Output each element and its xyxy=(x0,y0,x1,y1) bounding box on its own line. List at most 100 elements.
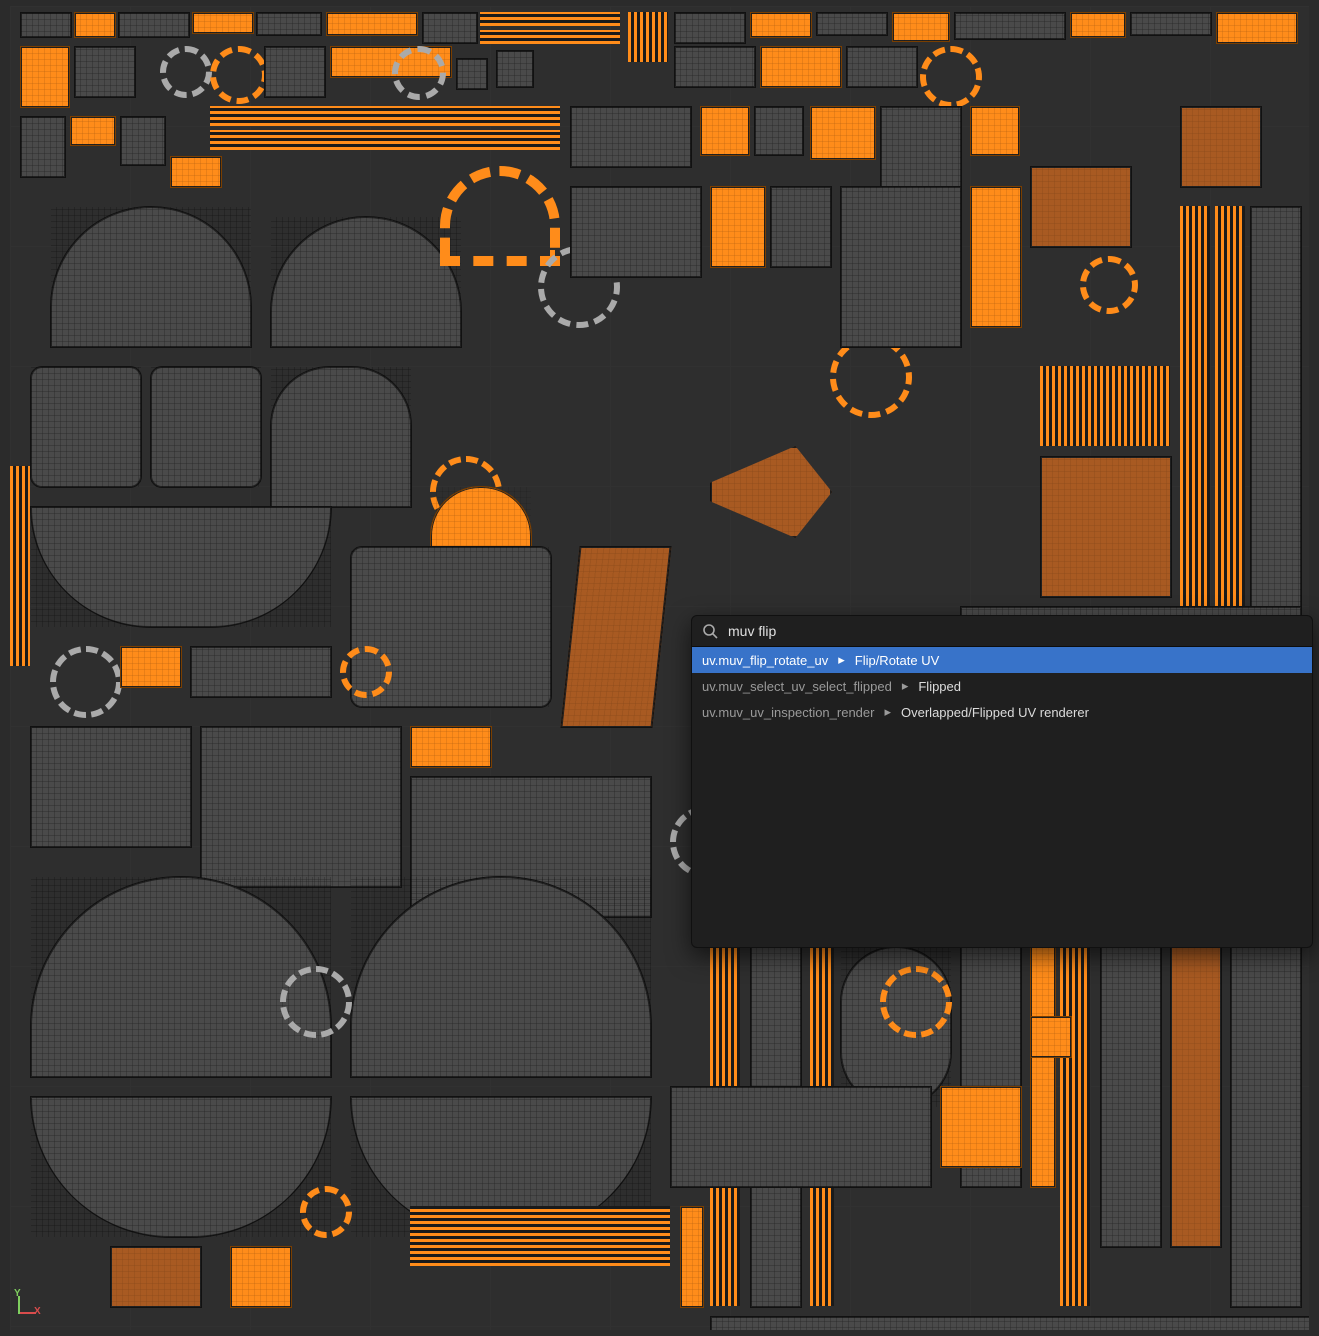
uv-island[interactable] xyxy=(50,646,122,718)
uv-island[interactable] xyxy=(30,726,192,848)
uv-island[interactable] xyxy=(270,366,412,508)
uv-island[interactable] xyxy=(1250,206,1302,608)
uv-island[interactable] xyxy=(892,12,950,42)
uv-island[interactable] xyxy=(170,156,222,188)
uv-island[interactable] xyxy=(710,186,766,268)
search-result[interactable]: uv.muv_flip_rotate_uv ▸ Flip/Rotate UV xyxy=(692,647,1312,673)
uv-island[interactable] xyxy=(264,46,326,98)
uv-island[interactable] xyxy=(710,1316,1309,1330)
uv-island[interactable] xyxy=(20,12,72,38)
uv-island[interactable] xyxy=(340,646,392,698)
uv-island[interactable] xyxy=(326,12,418,36)
uv-island[interactable] xyxy=(392,46,446,100)
uv-island[interactable] xyxy=(410,726,492,768)
uv-island[interactable] xyxy=(1040,366,1170,446)
uv-island[interactable] xyxy=(300,1186,352,1238)
uv-island[interactable] xyxy=(970,106,1020,156)
uv-island[interactable] xyxy=(570,186,702,278)
uv-island[interactable] xyxy=(410,1206,670,1266)
search-input[interactable] xyxy=(726,622,1302,640)
chevron-right-icon: ▸ xyxy=(884,704,891,720)
search-result[interactable]: uv.muv_uv_inspection_render ▸ Overlapped… xyxy=(692,699,1312,725)
axis-y-label: Y xyxy=(14,1288,21,1299)
uv-island[interactable] xyxy=(1180,106,1262,188)
uv-island[interactable] xyxy=(570,106,692,168)
result-label: Flipped xyxy=(918,679,961,694)
uv-island[interactable] xyxy=(750,12,812,38)
uv-island[interactable] xyxy=(1215,206,1245,606)
uv-island[interactable] xyxy=(118,12,190,38)
uv-island[interactable] xyxy=(920,46,982,108)
uv-island[interactable] xyxy=(770,186,832,268)
search-result[interactable]: uv.muv_select_uv_select_flipped ▸ Flippe… xyxy=(692,673,1312,699)
uv-island[interactable] xyxy=(190,646,332,698)
uv-island[interactable] xyxy=(1130,12,1212,36)
operator-search-popup: uv.muv_flip_rotate_uv ▸ Flip/Rotate UV u… xyxy=(691,615,1313,948)
uv-island[interactable] xyxy=(1216,12,1298,44)
uv-island[interactable] xyxy=(160,46,212,98)
uv-island[interactable] xyxy=(1170,946,1222,1248)
result-operator: uv.muv_select_uv_select_flipped xyxy=(702,679,892,694)
uv-island[interactable] xyxy=(970,186,1022,328)
uv-island[interactable] xyxy=(628,12,668,62)
uv-island[interactable] xyxy=(150,366,262,488)
uv-island[interactable] xyxy=(1230,946,1302,1308)
uv-island[interactable] xyxy=(1100,946,1162,1248)
uv-island[interactable] xyxy=(230,1246,292,1308)
uv-island[interactable] xyxy=(200,726,402,888)
result-operator: uv.muv_uv_inspection_render xyxy=(702,705,874,720)
uv-island[interactable] xyxy=(422,12,478,44)
uv-island[interactable] xyxy=(1030,1016,1072,1058)
uv-island[interactable] xyxy=(670,1086,932,1188)
uv-island[interactable] xyxy=(816,12,888,36)
uv-island[interactable] xyxy=(480,12,620,26)
uv-island[interactable] xyxy=(1030,946,1056,1188)
uv-island[interactable] xyxy=(680,1206,704,1308)
uv-island[interactable] xyxy=(496,50,534,88)
uv-island[interactable] xyxy=(120,116,166,166)
uv-island[interactable] xyxy=(830,336,912,418)
uv-island[interactable] xyxy=(280,966,352,1038)
uv-island[interactable] xyxy=(210,46,268,104)
uv-island[interactable] xyxy=(674,12,746,44)
chevron-right-icon: ▸ xyxy=(902,678,909,694)
uv-island[interactable] xyxy=(810,106,876,160)
uv-island[interactable] xyxy=(10,466,30,666)
uv-island[interactable] xyxy=(674,46,756,88)
uv-island[interactable] xyxy=(754,106,804,156)
uv-island[interactable] xyxy=(1060,946,1090,1306)
uv-island[interactable] xyxy=(74,46,136,98)
uv-island[interactable] xyxy=(880,966,952,1038)
search-results: uv.muv_flip_rotate_uv ▸ Flip/Rotate UV u… xyxy=(692,647,1312,947)
search-row xyxy=(692,616,1312,647)
uv-island[interactable] xyxy=(30,366,142,488)
uv-island[interactable] xyxy=(1070,12,1126,38)
uv-island[interactable] xyxy=(1180,206,1210,606)
axis-x-label: X xyxy=(34,1306,41,1317)
uv-island[interactable] xyxy=(480,30,620,44)
uv-island[interactable] xyxy=(560,546,671,728)
result-label: Flip/Rotate UV xyxy=(855,653,940,668)
uv-island[interactable] xyxy=(74,12,116,38)
uv-island[interactable] xyxy=(456,58,488,90)
uv-island[interactable] xyxy=(846,46,918,88)
uv-island[interactable] xyxy=(1040,456,1172,598)
uv-island[interactable] xyxy=(110,1246,202,1308)
uv-island[interactable] xyxy=(954,12,1066,40)
uv-island[interactable] xyxy=(840,186,962,348)
uv-island[interactable] xyxy=(192,12,254,34)
uv-island[interactable] xyxy=(210,106,560,126)
uv-island[interactable] xyxy=(70,116,116,146)
uv-island[interactable] xyxy=(1080,256,1138,314)
uv-island[interactable] xyxy=(760,46,842,88)
uv-island[interactable] xyxy=(120,646,182,688)
uv-island[interactable] xyxy=(20,46,70,108)
uv-island[interactable] xyxy=(1030,166,1132,248)
uv-island[interactable] xyxy=(210,130,560,150)
uv-island[interactable] xyxy=(20,116,66,178)
uv-island[interactable] xyxy=(700,106,750,156)
uv-island[interactable] xyxy=(880,106,962,188)
uv-island[interactable] xyxy=(256,12,322,36)
result-label: Overlapped/Flipped UV renderer xyxy=(901,705,1089,720)
uv-island[interactable] xyxy=(940,1086,1022,1168)
